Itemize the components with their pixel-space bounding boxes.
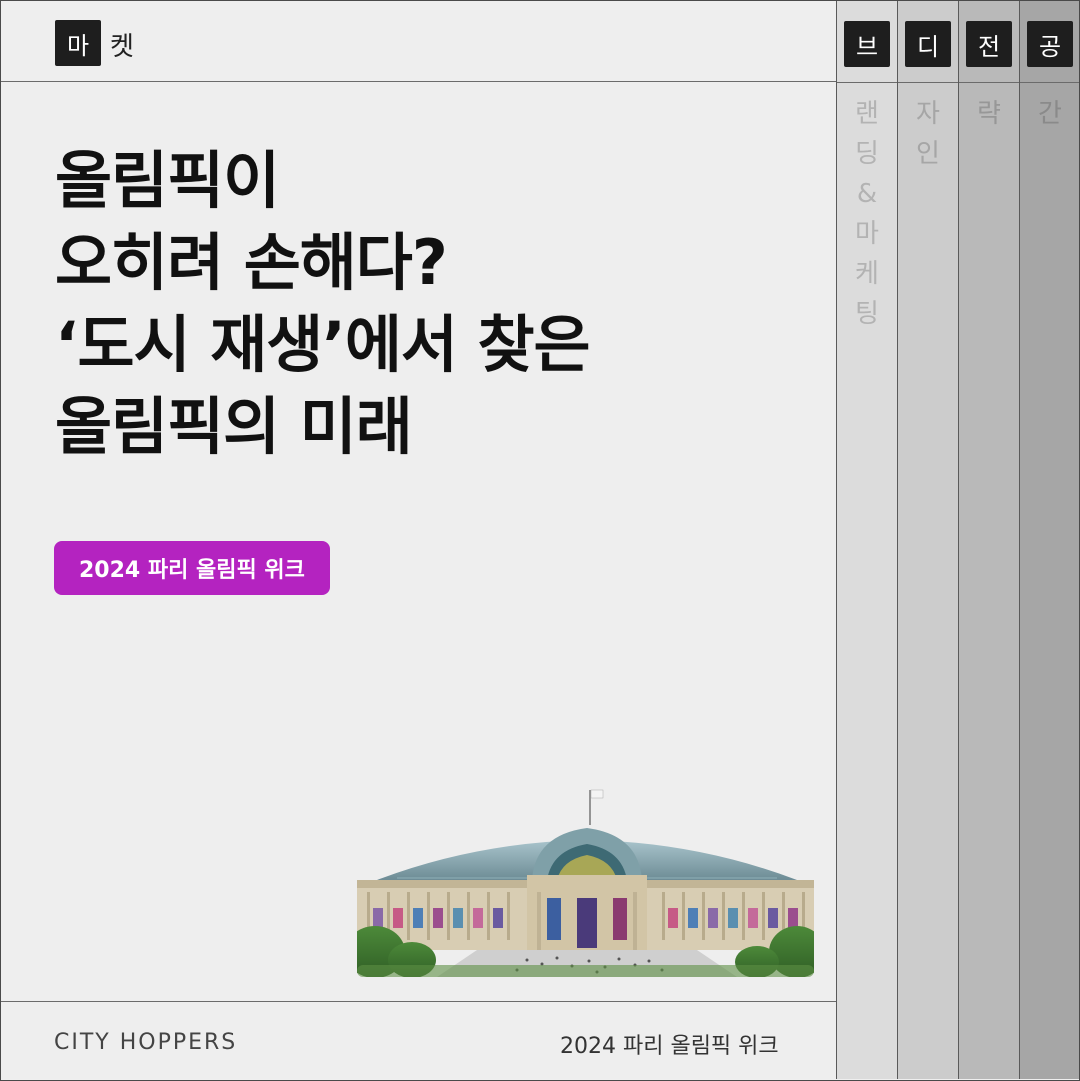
outer-frame xyxy=(0,0,1080,1081)
